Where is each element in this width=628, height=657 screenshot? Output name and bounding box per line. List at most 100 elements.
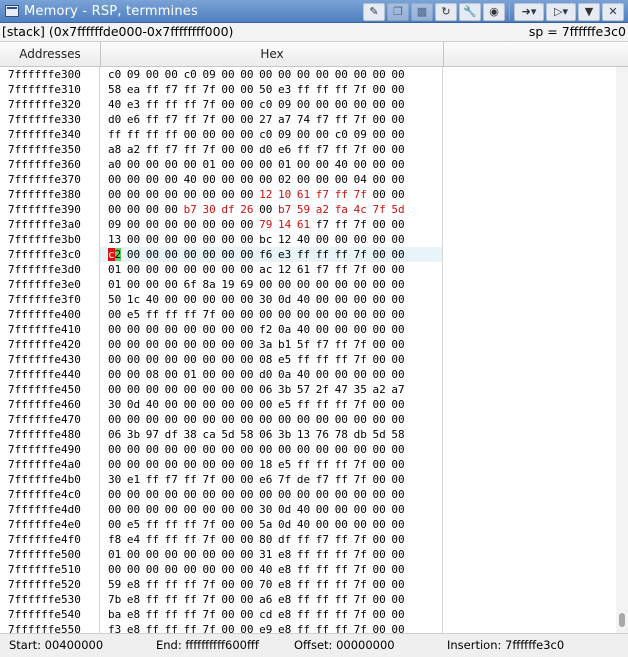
hex-byte[interactable]: 00 [372, 232, 391, 247]
hex-byte[interactable]: 7f [202, 517, 221, 532]
hex-byte[interactable]: ff [316, 82, 335, 97]
hex-byte[interactable]: 7f [202, 622, 221, 633]
hex-byte[interactable]: 00 [221, 262, 240, 277]
hex-byte[interactable]: 00 [165, 202, 184, 217]
hex-byte[interactable]: 00 [297, 442, 316, 457]
hex-byte[interactable]: 69 [240, 277, 259, 292]
hex-byte[interactable]: 00 [316, 442, 335, 457]
hex-byte[interactable]: 00 [221, 607, 240, 622]
hex-byte[interactable]: e5 [278, 352, 297, 367]
hex-byte[interactable]: f7 [316, 262, 335, 277]
hex-byte[interactable]: 00 [221, 532, 240, 547]
hex-byte[interactable]: f7 [165, 142, 184, 157]
hex-byte[interactable]: 00 [297, 97, 316, 112]
hex-byte[interactable]: c0 [108, 67, 127, 82]
hex-byte[interactable]: 00 [335, 292, 354, 307]
hex-byte[interactable]: 00 [391, 607, 410, 622]
hex-byte[interactable]: 00 [221, 412, 240, 427]
hex-byte[interactable]: 00 [127, 277, 146, 292]
hex-byte[interactable]: 00 [127, 262, 146, 277]
hex-row[interactable]: 00 00 00 00 00 00 00 00 3a b1 5f f7 ff 7f 00 00 [100, 337, 442, 352]
hex-byte[interactable]: 27 [259, 112, 278, 127]
hex-byte[interactable]: ff [146, 142, 165, 157]
hex-byte[interactable]: 00 [165, 367, 184, 382]
hex-byte[interactable]: 00 [240, 127, 259, 142]
hex-byte[interactable]: 00 [372, 502, 391, 517]
hex-byte[interactable]: e5 [127, 307, 146, 322]
hex-byte[interactable]: 00 [184, 487, 203, 502]
hex-byte[interactable]: ff [335, 247, 354, 262]
hex-byte[interactable]: 00 [259, 277, 278, 292]
hex-byte[interactable]: ff [335, 82, 354, 97]
hex-byte[interactable]: 0d [278, 517, 297, 532]
hex-byte[interactable]: ff [146, 577, 165, 592]
hex-byte[interactable]: 00 [372, 532, 391, 547]
hex-byte[interactable]: 7f [354, 337, 373, 352]
cursor-nibble[interactable]: c [108, 248, 115, 261]
hex-byte[interactable]: 00 [221, 127, 240, 142]
hex-byte[interactable]: 01 [184, 367, 203, 382]
hex-row[interactable]: 40 e3 ff ff ff 7f 00 00 c0 09 00 00 00 00 00 00 [100, 97, 442, 112]
hex-byte[interactable]: f7 [165, 82, 184, 97]
hex-byte[interactable]: 00 [165, 262, 184, 277]
hex-byte[interactable]: 00 [146, 322, 165, 337]
hex-byte[interactable]: ff [316, 457, 335, 472]
hex-byte[interactable]: a7 [391, 382, 410, 397]
hex-byte[interactable]: 00 [221, 217, 240, 232]
hex-byte[interactable]: de [297, 472, 316, 487]
hex-byte[interactable]: 00 [221, 247, 240, 262]
hex-byte[interactable]: f7 [316, 472, 335, 487]
hex-byte[interactable]: 00 [297, 277, 316, 292]
hex-byte[interactable]: ca [202, 427, 221, 442]
hex-byte[interactable]: 00 [372, 322, 391, 337]
vertical-scrollbar[interactable] [616, 67, 628, 633]
hex-byte[interactable]: 7f [202, 472, 221, 487]
hex-byte[interactable]: 00 [221, 337, 240, 352]
hex-byte[interactable]: 00 [354, 367, 373, 382]
hex-byte[interactable]: 57 [297, 382, 316, 397]
hex-byte[interactable]: 00 [184, 352, 203, 367]
hex-byte[interactable]: 59 [108, 577, 127, 592]
hex-byte[interactable]: 00 [221, 67, 240, 82]
hex-byte[interactable]: ff [335, 112, 354, 127]
hex-row[interactable]: 00 00 00 00 00 00 00 00 40 e8 ff ff ff 7f 00 00 [100, 562, 442, 577]
hex-byte[interactable]: 00 [165, 562, 184, 577]
hex-byte[interactable]: 00 [391, 502, 410, 517]
hex-byte[interactable]: ea [127, 82, 146, 97]
hex-byte[interactable]: 00 [127, 172, 146, 187]
hex-byte[interactable]: 00 [165, 352, 184, 367]
hex-byte[interactable]: 00 [240, 112, 259, 127]
hex-byte[interactable]: 00 [372, 262, 391, 277]
hex-byte[interactable]: 00 [391, 592, 410, 607]
hex-byte[interactable]: f7 [316, 142, 335, 157]
hex-byte[interactable]: 00 [316, 67, 335, 82]
hex-byte[interactable]: 58 [391, 427, 410, 442]
hex-byte[interactable]: 00 [221, 172, 240, 187]
hex-byte[interactable]: 00 [372, 337, 391, 352]
hex-column[interactable]: c0 09 00 00 c0 09 00 00 00 00 00 00 00 00 00 00 58 ea ff f7… [100, 67, 443, 633]
hex-byte[interactable]: 00 [372, 442, 391, 457]
hex-byte[interactable]: fa [335, 202, 354, 217]
hex-byte[interactable]: ff [165, 127, 184, 142]
hex-byte[interactable]: ff [184, 82, 203, 97]
hex-byte[interactable]: 00 [240, 232, 259, 247]
hex-byte[interactable]: 00 [108, 517, 127, 532]
hex-byte[interactable]: 00 [391, 247, 410, 262]
hex-byte[interactable]: ff [335, 577, 354, 592]
hex-byte[interactable]: 00 [221, 112, 240, 127]
hex-byte[interactable]: 00 [335, 502, 354, 517]
hex-byte[interactable]: 61 [297, 262, 316, 277]
hex-byte[interactable]: 30 [108, 397, 127, 412]
hex-byte[interactable]: ff [184, 142, 203, 157]
hex-byte[interactable]: 00 [240, 577, 259, 592]
wrench-icon[interactable]: 🔧 [459, 2, 481, 21]
hex-byte[interactable]: c2 [108, 247, 127, 262]
hex-byte[interactable]: ff [335, 457, 354, 472]
hex-byte[interactable]: ff [165, 607, 184, 622]
hex-byte[interactable]: 00 [372, 607, 391, 622]
hex-byte[interactable]: 00 [165, 502, 184, 517]
hex-row[interactable]: 59 e8 ff ff ff 7f 00 00 70 e8 ff ff ff 7f 00 00 [100, 577, 442, 592]
hex-byte[interactable]: 00 [108, 382, 127, 397]
hex-byte[interactable]: 00 [240, 172, 259, 187]
hex-byte[interactable]: 01 [202, 157, 221, 172]
